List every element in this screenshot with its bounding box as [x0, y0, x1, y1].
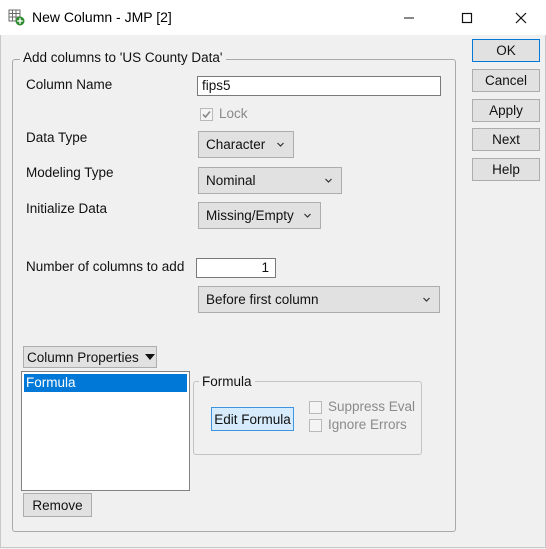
- ignore-errors-label: Ignore Errors: [328, 417, 407, 432]
- close-icon: [515, 12, 527, 23]
- maximize-button[interactable]: [444, 0, 490, 35]
- num-columns-label: Number of columns to add: [26, 259, 185, 274]
- ok-button[interactable]: OK: [472, 39, 540, 62]
- formula-panel-title: Formula: [199, 374, 255, 389]
- cancel-button[interactable]: Cancel: [472, 69, 540, 92]
- column-name-input[interactable]: fips5: [197, 76, 441, 96]
- initialize-data-value: Missing/Empty: [206, 208, 294, 223]
- initialize-data-label: Initialize Data: [26, 201, 108, 216]
- caret-down-icon: [144, 354, 155, 360]
- data-type-label: Data Type: [26, 130, 88, 145]
- next-button[interactable]: Next: [472, 128, 540, 151]
- suppress-eval-checkbox[interactable]: [309, 401, 322, 414]
- position-dropdown[interactable]: Before first column: [198, 286, 440, 313]
- num-columns-input[interactable]: 1: [196, 258, 276, 278]
- edit-formula-button[interactable]: Edit Formula: [211, 407, 294, 431]
- suppress-eval-label: Suppress Eval: [328, 399, 416, 414]
- window-title: New Column - JMP [2]: [32, 9, 172, 25]
- lock-checkbox[interactable]: [200, 108, 213, 121]
- maximize-icon: [461, 12, 473, 23]
- list-item[interactable]: Formula: [24, 374, 187, 392]
- column-name-label: Column Name: [26, 77, 113, 92]
- checkmark-icon: [202, 110, 211, 119]
- modeling-type-label: Modeling Type: [26, 165, 114, 180]
- chevron-down-icon: [325, 178, 332, 183]
- minimize-icon: [404, 17, 414, 18]
- position-value: Before first column: [206, 292, 319, 307]
- group-title: Add columns to 'US County Data': [20, 50, 226, 65]
- modeling-type-dropdown[interactable]: Nominal: [198, 167, 342, 194]
- remove-button[interactable]: Remove: [23, 493, 92, 517]
- chevron-down-icon: [304, 213, 311, 218]
- close-button[interactable]: [498, 0, 544, 35]
- chevron-down-icon: [423, 297, 430, 302]
- ignore-errors-checkbox[interactable]: [309, 419, 322, 432]
- initialize-data-dropdown[interactable]: Missing/Empty: [198, 202, 321, 229]
- column-properties-list[interactable]: Formula: [21, 371, 190, 491]
- data-type-value: Character: [206, 137, 266, 152]
- column-properties-menu[interactable]: Column Properties: [23, 346, 157, 368]
- chevron-down-icon: [277, 142, 284, 147]
- help-button[interactable]: Help: [472, 158, 540, 181]
- column-properties-label: Column Properties: [27, 349, 139, 365]
- minimize-button[interactable]: [386, 0, 432, 35]
- apply-button[interactable]: Apply: [472, 99, 540, 122]
- jmp-app-icon: [8, 9, 25, 26]
- modeling-type-value: Nominal: [206, 173, 256, 188]
- lock-label: Lock: [219, 106, 248, 121]
- data-type-dropdown[interactable]: Character: [198, 131, 294, 158]
